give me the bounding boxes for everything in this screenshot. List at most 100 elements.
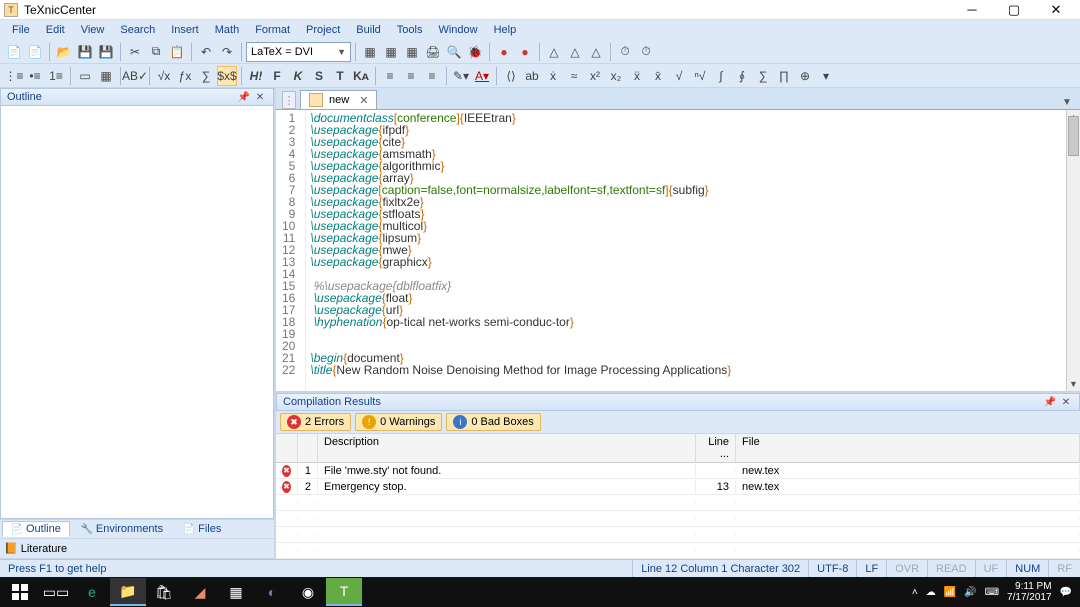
math-8-button[interactable]: x̄ [648, 66, 668, 86]
tray-onedrive-icon[interactable]: ☁ [926, 587, 936, 598]
table-button[interactable]: ▦ [96, 66, 116, 86]
build-all-button[interactable]: ▦ [402, 42, 422, 62]
close-button[interactable]: ✕ [1044, 3, 1068, 17]
math-2-button[interactable]: ab [522, 66, 542, 86]
menu-window[interactable]: Window [430, 22, 485, 38]
msoffice-icon[interactable]: ▦ [218, 578, 254, 606]
col-line[interactable]: Line ... [696, 434, 736, 462]
save-all-button[interactable]: 💾 [96, 42, 116, 62]
math-13-button[interactable]: ∑ [753, 66, 773, 86]
errors-filter[interactable]: ✖2 Errors [280, 413, 351, 431]
spellcheck-button[interactable]: AB✓ [125, 66, 145, 86]
menu-search[interactable]: Search [112, 22, 163, 38]
eclipse-icon[interactable]: ◐ [254, 578, 290, 606]
toggle-ws2-button[interactable]: △ [565, 42, 585, 62]
store-icon[interactable]: 🛍 [146, 578, 182, 606]
math-14-button[interactable]: ∏ [774, 66, 794, 86]
explorer-icon[interactable]: 📁 [110, 578, 146, 606]
tray-notifications-icon[interactable]: 💬 [1060, 587, 1072, 598]
smallcaps-button[interactable]: Kᴀ [351, 66, 371, 86]
math-more-button[interactable]: ▾ [816, 66, 836, 86]
col-description[interactable]: Description [318, 434, 696, 462]
maximize-button[interactable]: ▢ [1002, 3, 1026, 17]
tray-up-icon[interactable]: ˄ [912, 587, 918, 598]
highlight-button[interactable]: ✎▾ [451, 66, 471, 86]
open-button[interactable]: 📂 [54, 42, 74, 62]
redo-button[interactable]: ↷ [217, 42, 237, 62]
tab-outline[interactable]: 📄Outline [2, 521, 70, 537]
badboxes-filter[interactable]: i0 Bad Boxes [446, 413, 540, 431]
goto-latex-button[interactable]: 🔍 [444, 42, 464, 62]
tray-clock[interactable]: 9:11 PM 7/17/2017 [1007, 581, 1052, 603]
italic-button[interactable]: K [288, 66, 308, 86]
matlab-icon[interactable]: ◢ [182, 578, 218, 606]
col-file[interactable]: File [736, 434, 1080, 462]
math-1-button[interactable]: ⟨⟩ [501, 66, 521, 86]
enum-list-button[interactable]: 1≡ [46, 66, 66, 86]
align-right-button[interactable]: ≡ [422, 66, 442, 86]
about-button[interactable]: ⏱ [636, 42, 656, 62]
scroll-down-icon[interactable]: ▼ [1067, 377, 1080, 391]
math-5-button[interactable]: x² [585, 66, 605, 86]
toggle-ws3-button[interactable]: △ [586, 42, 606, 62]
tab-handle-icon[interactable]: ⋮ [282, 91, 296, 109]
result-row[interactable]: ✖2Emergency stop.13new.tex [276, 479, 1080, 495]
math-3-button[interactable]: ẋ [543, 66, 563, 86]
view-output-button[interactable]: 🖨 [423, 42, 443, 62]
new-project-button[interactable]: 📄 [25, 42, 45, 62]
tab-environments[interactable]: 🔧Environments [72, 521, 172, 537]
result-row[interactable]: ✖1File 'mwe.sty' not found.new.tex [276, 463, 1080, 479]
sum-button[interactable]: ∑ [196, 66, 216, 86]
heading-button[interactable]: H! [246, 66, 266, 86]
tray-lang-icon[interactable]: ⌨ [985, 587, 999, 598]
menu-insert[interactable]: Insert [163, 22, 207, 38]
new-doc-button[interactable]: 📄 [4, 42, 24, 62]
tray-network-icon[interactable]: 📶 [944, 587, 956, 598]
literature-bar[interactable]: 📙 Literature [0, 539, 274, 559]
help-button[interactable]: ⏱ [615, 42, 635, 62]
menu-build[interactable]: Build [348, 22, 388, 38]
tab-files[interactable]: 📄Files [174, 521, 230, 537]
menu-view[interactable]: View [73, 22, 113, 38]
build-view-button[interactable]: ▦ [381, 42, 401, 62]
menu-project[interactable]: Project [298, 22, 348, 38]
figure-button[interactable]: ▭ [75, 66, 95, 86]
undo-button[interactable]: ↶ [196, 42, 216, 62]
start-button[interactable] [2, 578, 38, 606]
edge-icon[interactable]: e [74, 578, 110, 606]
code-editor[interactable]: 12345678910111213141516171819202122 \doc… [276, 110, 1080, 391]
menu-math[interactable]: Math [207, 22, 247, 38]
stop-build-button[interactable]: ● [494, 42, 514, 62]
math-6-button[interactable]: x₂ [606, 66, 626, 86]
item-list-button[interactable]: ⋮≡ [4, 66, 24, 86]
frac-button[interactable]: √x [154, 66, 174, 86]
menu-tools[interactable]: Tools [389, 22, 431, 38]
sqrt-button[interactable]: ƒx [175, 66, 195, 86]
math-15-button[interactable]: ⊕ [795, 66, 815, 86]
math-7-button[interactable]: ẍ [627, 66, 647, 86]
texniccenter-icon[interactable]: T [326, 578, 362, 606]
align-center-button[interactable]: ≡ [401, 66, 421, 86]
menu-edit[interactable]: Edit [38, 22, 73, 38]
textcolor-button[interactable]: A▾ [472, 66, 492, 86]
math-10-button[interactable]: ⁿ√ [690, 66, 710, 86]
cancel-button[interactable]: ● [515, 42, 535, 62]
results-pin-button[interactable]: 📌 [1043, 395, 1057, 409]
tab-close-button[interactable]: ✕ [359, 94, 368, 107]
toggle-ws-button[interactable]: △ [544, 42, 564, 62]
tt-button[interactable]: T [330, 66, 350, 86]
chrome-icon[interactable]: ◉ [290, 578, 326, 606]
save-button[interactable]: 💾 [75, 42, 95, 62]
code-area[interactable]: \documentclass[conference]{IEEEtran}\use… [306, 110, 1080, 391]
warnings-filter[interactable]: !0 Warnings [355, 413, 442, 431]
panel-close-button[interactable]: ✕ [253, 90, 267, 104]
bold-button[interactable]: F [267, 66, 287, 86]
sans-button[interactable]: S [309, 66, 329, 86]
tabs-dropdown-button[interactable]: ▼ [1060, 95, 1074, 109]
math-9-button[interactable]: √ [669, 66, 689, 86]
align-left-button[interactable]: ≡ [380, 66, 400, 86]
math-11-button[interactable]: ∫ [711, 66, 731, 86]
paste-button[interactable]: 📋 [167, 42, 187, 62]
taskview-button[interactable]: ▭▭ [38, 578, 74, 606]
vertical-scrollbar[interactable]: ▲ ▼ [1066, 110, 1080, 391]
